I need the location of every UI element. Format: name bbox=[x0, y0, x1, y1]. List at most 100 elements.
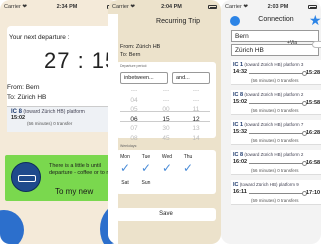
decorative-blob bbox=[0, 210, 24, 244]
connection-screen: Carrier ❤ 2:03 PM Connection ★ Bern Züri… bbox=[221, 0, 321, 244]
picker-value[interactable]: --- bbox=[184, 86, 208, 96]
star-icon[interactable]: ★ bbox=[309, 12, 321, 29]
day-thu[interactable]: Thu bbox=[179, 154, 197, 160]
period-label: Departure period: bbox=[120, 64, 148, 68]
page-title: Connection bbox=[258, 16, 294, 23]
recurring-trip-screen: Carrier ❤ 2:04 PM Recurring Trip From: Z… bbox=[108, 0, 221, 244]
train-direction: (toward Zürich HB) platform 9 bbox=[239, 181, 299, 187]
departure-time: 16:02 bbox=[233, 159, 248, 165]
next-departure-label: Your next departure : bbox=[9, 34, 70, 41]
picker-value[interactable]: --- bbox=[184, 96, 208, 106]
train-id: IC 8 bbox=[233, 151, 244, 158]
hour-end-picker-column[interactable]: --- --- 11 12 13 14 bbox=[184, 86, 208, 143]
picker-value[interactable]: 05 bbox=[122, 105, 146, 115]
picker-value[interactable]: 00 bbox=[154, 105, 178, 115]
trip-meta: (56 minutes) 0 transfers bbox=[251, 138, 299, 143]
clock: 2:34 PM bbox=[56, 4, 78, 10]
picker-value[interactable]: 45 bbox=[154, 134, 178, 144]
carrier-label: Carrier ❤ bbox=[225, 4, 248, 10]
arrival-time: 17:10 bbox=[306, 190, 321, 196]
to-label: To: Zürich HB bbox=[7, 94, 47, 101]
connection-row[interactable]: IC (toward Zürich HB) platform 9 16:11 17:… bbox=[231, 180, 321, 205]
connection-row[interactable]: IC 8 (toward Zürich HB) platform 15:02 (… bbox=[7, 106, 117, 132]
arrival-time: 15:28 bbox=[306, 70, 321, 76]
to-input[interactable]: Zürich HB bbox=[231, 44, 319, 56]
route-line bbox=[249, 71, 307, 75]
train-direction: (toward Zürich HB) platform 2 bbox=[244, 91, 304, 97]
picker-value[interactable]: 04 bbox=[122, 96, 146, 106]
battery-icon bbox=[208, 5, 217, 9]
picker-value[interactable]: --- bbox=[122, 86, 146, 96]
clock: 2:04 PM bbox=[161, 4, 182, 10]
departure-time: 15:32 bbox=[233, 129, 248, 135]
arrival-time: 16:28 bbox=[306, 130, 321, 136]
from-label: From: Bern bbox=[7, 84, 40, 91]
from-label: From: Zürich HB bbox=[120, 44, 161, 50]
save-button[interactable]: Save bbox=[116, 208, 216, 221]
picker-value[interactable]: 12 bbox=[184, 115, 208, 125]
promo-footer: To my new bbox=[55, 187, 94, 196]
check-icon: ✓ bbox=[140, 161, 152, 175]
via-label: +Via bbox=[287, 40, 298, 46]
battery-icon bbox=[308, 5, 317, 9]
picker-value[interactable]: 15 bbox=[154, 115, 178, 125]
route-line bbox=[249, 191, 307, 195]
arrival-time: 15:58 bbox=[306, 100, 321, 106]
picker-value[interactable]: 08 bbox=[122, 134, 146, 144]
picker-value[interactable]: 30 bbox=[154, 124, 178, 134]
picker-value[interactable]: 06 bbox=[122, 115, 146, 125]
departure-time: 14:32 bbox=[233, 69, 248, 75]
countdown-screen: Carrier ❤ 2:34 PM Your next departure : … bbox=[0, 0, 120, 244]
picker-value[interactable]: 11 bbox=[184, 105, 208, 115]
picker-value[interactable]: 07 bbox=[122, 124, 146, 134]
route-line bbox=[249, 131, 307, 135]
picker-value[interactable]: 14 bbox=[184, 134, 208, 144]
trip-meta: (56 minutes) 0 transfers bbox=[251, 78, 299, 83]
train-id: IC 8 bbox=[233, 91, 244, 98]
weekdays-label: Weekdays: bbox=[120, 144, 138, 148]
departure-time: 16:11 bbox=[233, 189, 247, 195]
nav-bar: Connection ★ bbox=[221, 12, 321, 29]
trip-meta: (56 minutes) 0 transfers bbox=[251, 108, 299, 113]
from-input[interactable]: Bern bbox=[231, 30, 319, 42]
train-direction: (toward Zürich HB) platform bbox=[23, 109, 85, 115]
departure-time: 15:02 bbox=[233, 99, 248, 105]
minute-picker-column[interactable]: --- --- 00 15 30 45 bbox=[154, 86, 178, 143]
connection-row[interactable]: IC 8 (toward Zürich HB) platform 2 15:02 1… bbox=[231, 90, 321, 115]
picker-value[interactable]: --- bbox=[154, 96, 178, 106]
trip-meta: (59 minutes) 0 transfers bbox=[251, 198, 299, 203]
hour-picker-column[interactable]: --- 04 05 06 07 08 bbox=[122, 86, 146, 143]
train-direction: (toward Zürich HB) platform 2 bbox=[244, 151, 304, 157]
train-direction: (toward Zürich HB) platform 7 bbox=[244, 121, 304, 127]
day-wed[interactable]: Wed bbox=[158, 154, 176, 160]
promo-banner[interactable]: There is a little b until departure - co… bbox=[5, 155, 120, 201]
connection-row[interactable]: IC 1 (toward Zürich HB) platform 7 15:32 1… bbox=[231, 120, 321, 145]
period-end-select[interactable]: and... bbox=[172, 72, 210, 84]
menu-dot-icon[interactable] bbox=[230, 16, 240, 26]
clock: 2:03 PM bbox=[267, 4, 289, 10]
picker-value[interactable]: 13 bbox=[184, 124, 208, 134]
trip-meta: (56 minutes) 0 transfers bbox=[251, 168, 299, 173]
status-bar: Carrier ❤ 2:34 PM bbox=[0, 0, 120, 14]
train-id: IC 1 bbox=[233, 121, 244, 128]
train-id: IC 1 bbox=[233, 61, 244, 68]
connection-row[interactable]: IC 8 (toward Zürich HB) platform 2 16:02 1… bbox=[231, 150, 321, 175]
route-line bbox=[249, 101, 307, 105]
carrier-label: Carrier ❤ bbox=[112, 4, 135, 10]
route-line bbox=[249, 161, 307, 165]
arrival-time: 16:58 bbox=[306, 160, 321, 166]
day-tue[interactable]: Tue bbox=[137, 154, 155, 160]
connection-row[interactable]: IC 1 (toward Zürich HB) platform 3 14:32 1… bbox=[231, 60, 321, 85]
to-label: To: Bern bbox=[120, 52, 141, 58]
status-bar: Carrier ❤ 2:03 PM bbox=[221, 0, 321, 14]
status-bar: Carrier ❤ 2:04 PM bbox=[108, 0, 221, 14]
check-icon: ✓ bbox=[161, 161, 173, 175]
day-sun[interactable]: Sun bbox=[137, 180, 155, 186]
period-start-select[interactable]: inbetween... bbox=[120, 72, 168, 84]
picker-value[interactable]: --- bbox=[154, 86, 178, 96]
day-mon[interactable]: Mon bbox=[116, 154, 134, 160]
trip-meta: (56 minutes) 0 transfer bbox=[27, 121, 73, 126]
via-toggle[interactable] bbox=[312, 41, 321, 48]
day-sat[interactable]: Sat bbox=[116, 180, 134, 186]
page-title: Recurring Trip bbox=[156, 18, 200, 25]
